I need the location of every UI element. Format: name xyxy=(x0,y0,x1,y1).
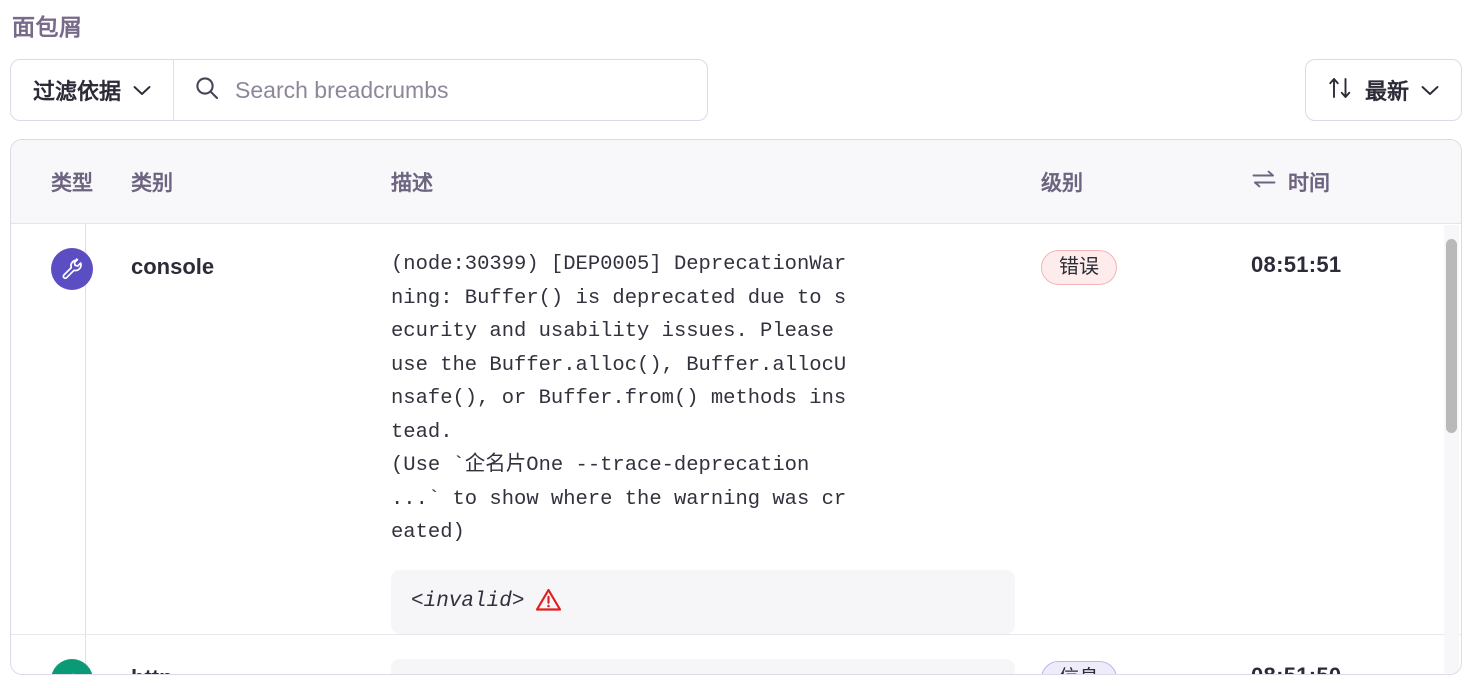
table-row[interactable]: console (node:30399) [DEP0005] Deprecati… xyxy=(11,224,1461,635)
sort-order-dropdown[interactable]: 最新 xyxy=(1304,59,1462,121)
scrollbar-thumb[interactable] xyxy=(1446,239,1457,433)
row-description-cell: (node:30399) [DEP0005] DeprecationWar ni… xyxy=(391,224,1041,634)
column-header-category[interactable]: 类别 xyxy=(131,167,391,197)
table-body: console (node:30399) [DEP0005] Deprecati… xyxy=(11,224,1461,675)
status-badge: 信息 xyxy=(1041,660,1117,674)
column-header-time[interactable]: 时间 xyxy=(1251,167,1461,197)
table-row[interactable]: http 信息 08:51:50 xyxy=(11,635,1461,675)
breadcrumbs-page: 面包屑 过滤依据 Search breadcrumbs 最新 类型 类别 描述 … xyxy=(0,0,1472,688)
filter-by-dropdown[interactable]: 过滤依据 xyxy=(11,60,175,120)
row-attachment-box xyxy=(391,658,1015,674)
column-header-type[interactable]: 类型 xyxy=(11,167,131,197)
chevron-down-icon xyxy=(133,85,151,96)
status-badge: 错误 xyxy=(1041,250,1117,285)
row-description-cell xyxy=(391,635,1041,674)
table-header-row: 类型 类别 描述 级别 时间 xyxy=(11,140,1461,224)
column-header-description[interactable]: 描述 xyxy=(391,167,1041,197)
search-input[interactable] xyxy=(233,75,687,105)
row-description-text: (node:30399) [DEP0005] DeprecationWar ni… xyxy=(391,253,847,544)
row-level-cell: 信息 xyxy=(1041,635,1251,674)
filter-search-group: 过滤依据 xyxy=(10,59,708,121)
row-time: 08:51:50 xyxy=(1251,662,1342,675)
column-header-level[interactable]: 级别 xyxy=(1041,167,1251,197)
search-field-wrapper[interactable] xyxy=(174,60,707,120)
column-header-time-label: 时间 xyxy=(1288,171,1330,195)
row-type-cell xyxy=(11,635,131,674)
sort-arrows-icon xyxy=(1328,75,1353,106)
row-category: console xyxy=(131,254,215,279)
row-time: 08:51:51 xyxy=(1251,252,1342,277)
search-icon xyxy=(194,75,220,106)
row-type-cell xyxy=(11,224,131,634)
sort-order-label: 最新 xyxy=(1364,79,1409,104)
filter-by-label: 过滤依据 xyxy=(33,79,122,104)
arrow-right-icon xyxy=(51,658,93,674)
row-attachment-box: <invalid> xyxy=(391,569,1015,634)
row-category: http xyxy=(131,635,391,675)
row-attachment-text: <invalid> xyxy=(411,590,525,613)
warning-triangle-icon xyxy=(535,587,562,617)
breadcrumbs-table: 类型 类别 描述 级别 时间 console (node:30399) [DEP… xyxy=(10,139,1462,675)
page-title: 面包屑 xyxy=(12,14,83,40)
vertical-scrollbar[interactable] xyxy=(1444,225,1459,673)
row-level-cell: 错误 xyxy=(1041,224,1251,634)
toolbar: 过滤依据 Search breadcrumbs 最新 xyxy=(10,59,1462,121)
wrench-icon xyxy=(51,248,93,290)
swap-horizontal-icon xyxy=(1251,169,1277,195)
chevron-down-icon xyxy=(1421,85,1439,96)
